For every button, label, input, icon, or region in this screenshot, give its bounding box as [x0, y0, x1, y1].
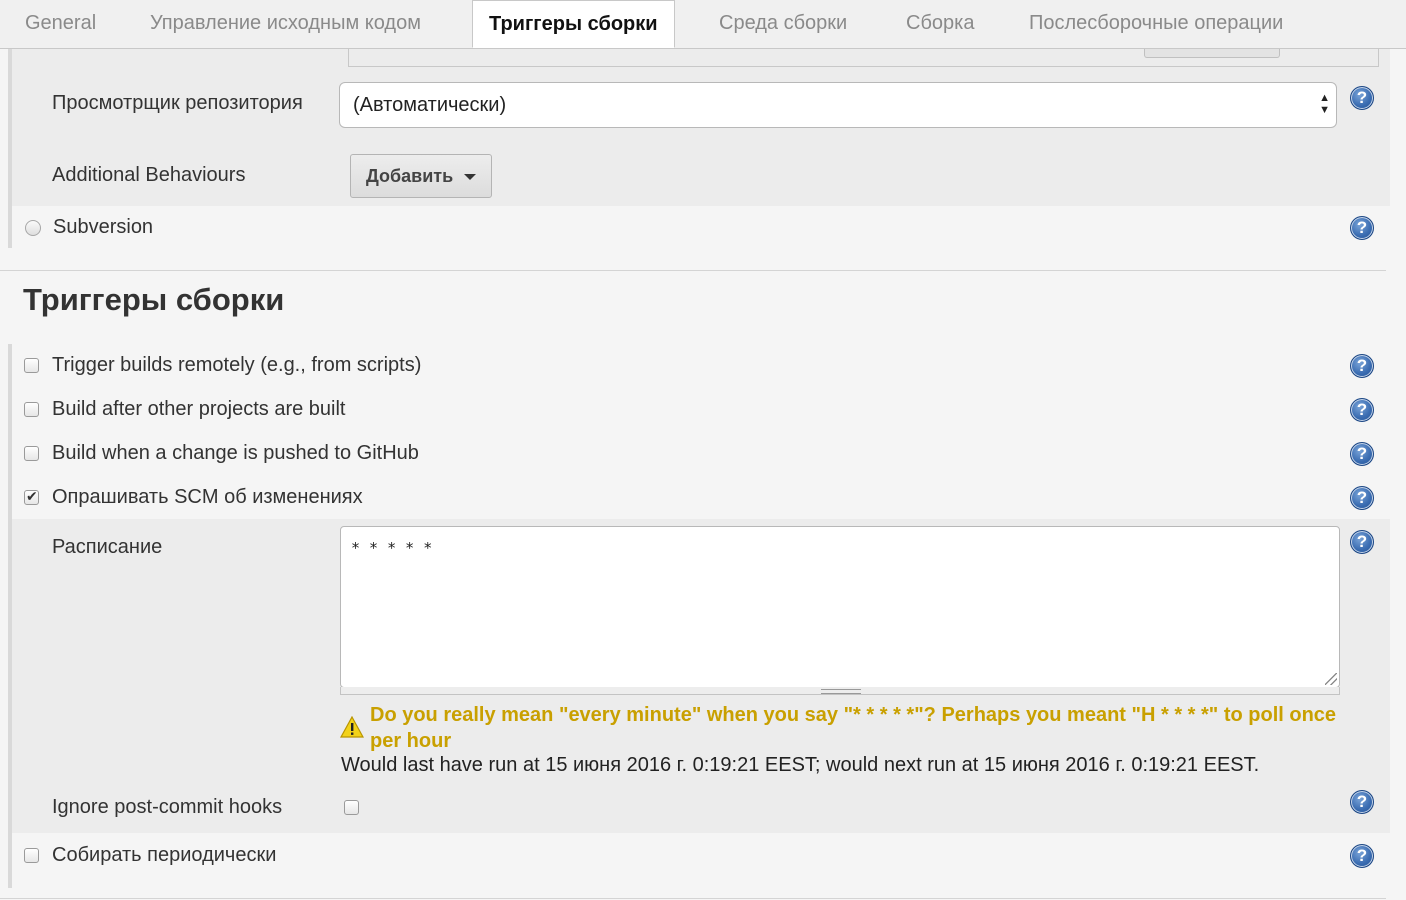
subversion-label: Subversion	[53, 216, 154, 238]
textarea-expand-bar[interactable]	[340, 687, 1340, 695]
add-behaviour-button[interactable]: Добавить	[350, 154, 492, 198]
github-push-help-icon[interactable]: ?	[1350, 442, 1374, 466]
ignore-hooks-help-icon[interactable]: ?	[1350, 790, 1374, 814]
repo-browser-help-icon[interactable]: ?	[1350, 86, 1374, 110]
poll-scm-label: Опрашивать SCM об изменениях	[52, 486, 363, 508]
warning-icon	[340, 716, 364, 738]
poll-scm-checkbox[interactable]	[24, 488, 39, 505]
build-after-help-icon[interactable]: ?	[1350, 398, 1374, 422]
schedule-warning: Do you really mean "every minute" when y…	[370, 704, 1337, 752]
schedule-info: Would last have run at 15 июня 2016 г. 0…	[341, 754, 1260, 776]
additional-behaviours-label: Additional Behaviours	[52, 164, 246, 186]
trigger-remote-help-icon[interactable]: ?	[1350, 354, 1374, 378]
trigger-remote-label: Trigger builds remotely (e.g., from scri…	[52, 354, 422, 376]
subversion-help-icon[interactable]: ?	[1350, 216, 1374, 240]
tab-source-code-management[interactable]: Управление исходным кодом	[150, 0, 421, 48]
poll-scm-help-icon[interactable]: ?	[1350, 486, 1374, 510]
add-button-label: Добавить	[366, 166, 454, 186]
github-push-label: Build when a change is pushed to GitHub	[52, 442, 419, 464]
subversion-radio[interactable]	[25, 220, 41, 236]
section-title: Триггеры сборки	[23, 282, 285, 317]
ignore-hooks-label: Ignore post-commit hooks	[52, 796, 283, 818]
github-push-checkbox[interactable]	[24, 446, 39, 461]
build-after-label: Build after other projects are built	[52, 398, 346, 420]
tab-build[interactable]: Сборка	[906, 0, 974, 48]
select-arrows-icon: ▲ ▼	[1319, 92, 1330, 116]
repo-browser-label: Просмотрщик репозитория	[52, 92, 303, 114]
trigger-remote-checkbox[interactable]	[24, 358, 39, 373]
repo-browser-value: (Автоматически)	[353, 94, 507, 116]
section-divider	[0, 270, 1386, 271]
tab-post-build-actions[interactable]: Послесборочные операции	[1029, 0, 1283, 48]
periodic-build-help-icon[interactable]: ?	[1350, 844, 1374, 868]
tab-build-triggers[interactable]: Триггеры сборки	[472, 0, 675, 48]
scm-previous-button[interactable]	[1144, 49, 1280, 58]
build-after-checkbox[interactable]	[24, 402, 39, 417]
grip-icon	[821, 689, 861, 694]
periodic-build-label: Собирать периодически	[52, 844, 277, 866]
tab-build-environment[interactable]: Среда сборки	[719, 0, 847, 48]
schedule-help-icon[interactable]: ?	[1350, 530, 1374, 554]
caret-down-icon	[464, 174, 476, 180]
periodic-build-checkbox[interactable]	[24, 848, 39, 863]
schedule-textarea[interactable]: * * * * *	[340, 526, 1340, 688]
resize-grip-icon[interactable]	[1325, 673, 1337, 685]
tab-general[interactable]: General	[25, 0, 96, 48]
repo-browser-select[interactable]: (Автоматически) ▲ ▼	[339, 82, 1337, 128]
ignore-hooks-checkbox[interactable]	[344, 800, 359, 815]
schedule-label: Расписание	[52, 536, 163, 558]
schedule-value: * * * * *	[351, 539, 433, 557]
scm-left-bar	[8, 49, 12, 248]
tab-bar: General Управление исходным кодом Тригге…	[0, 0, 1406, 49]
bottom-divider	[0, 898, 1386, 899]
